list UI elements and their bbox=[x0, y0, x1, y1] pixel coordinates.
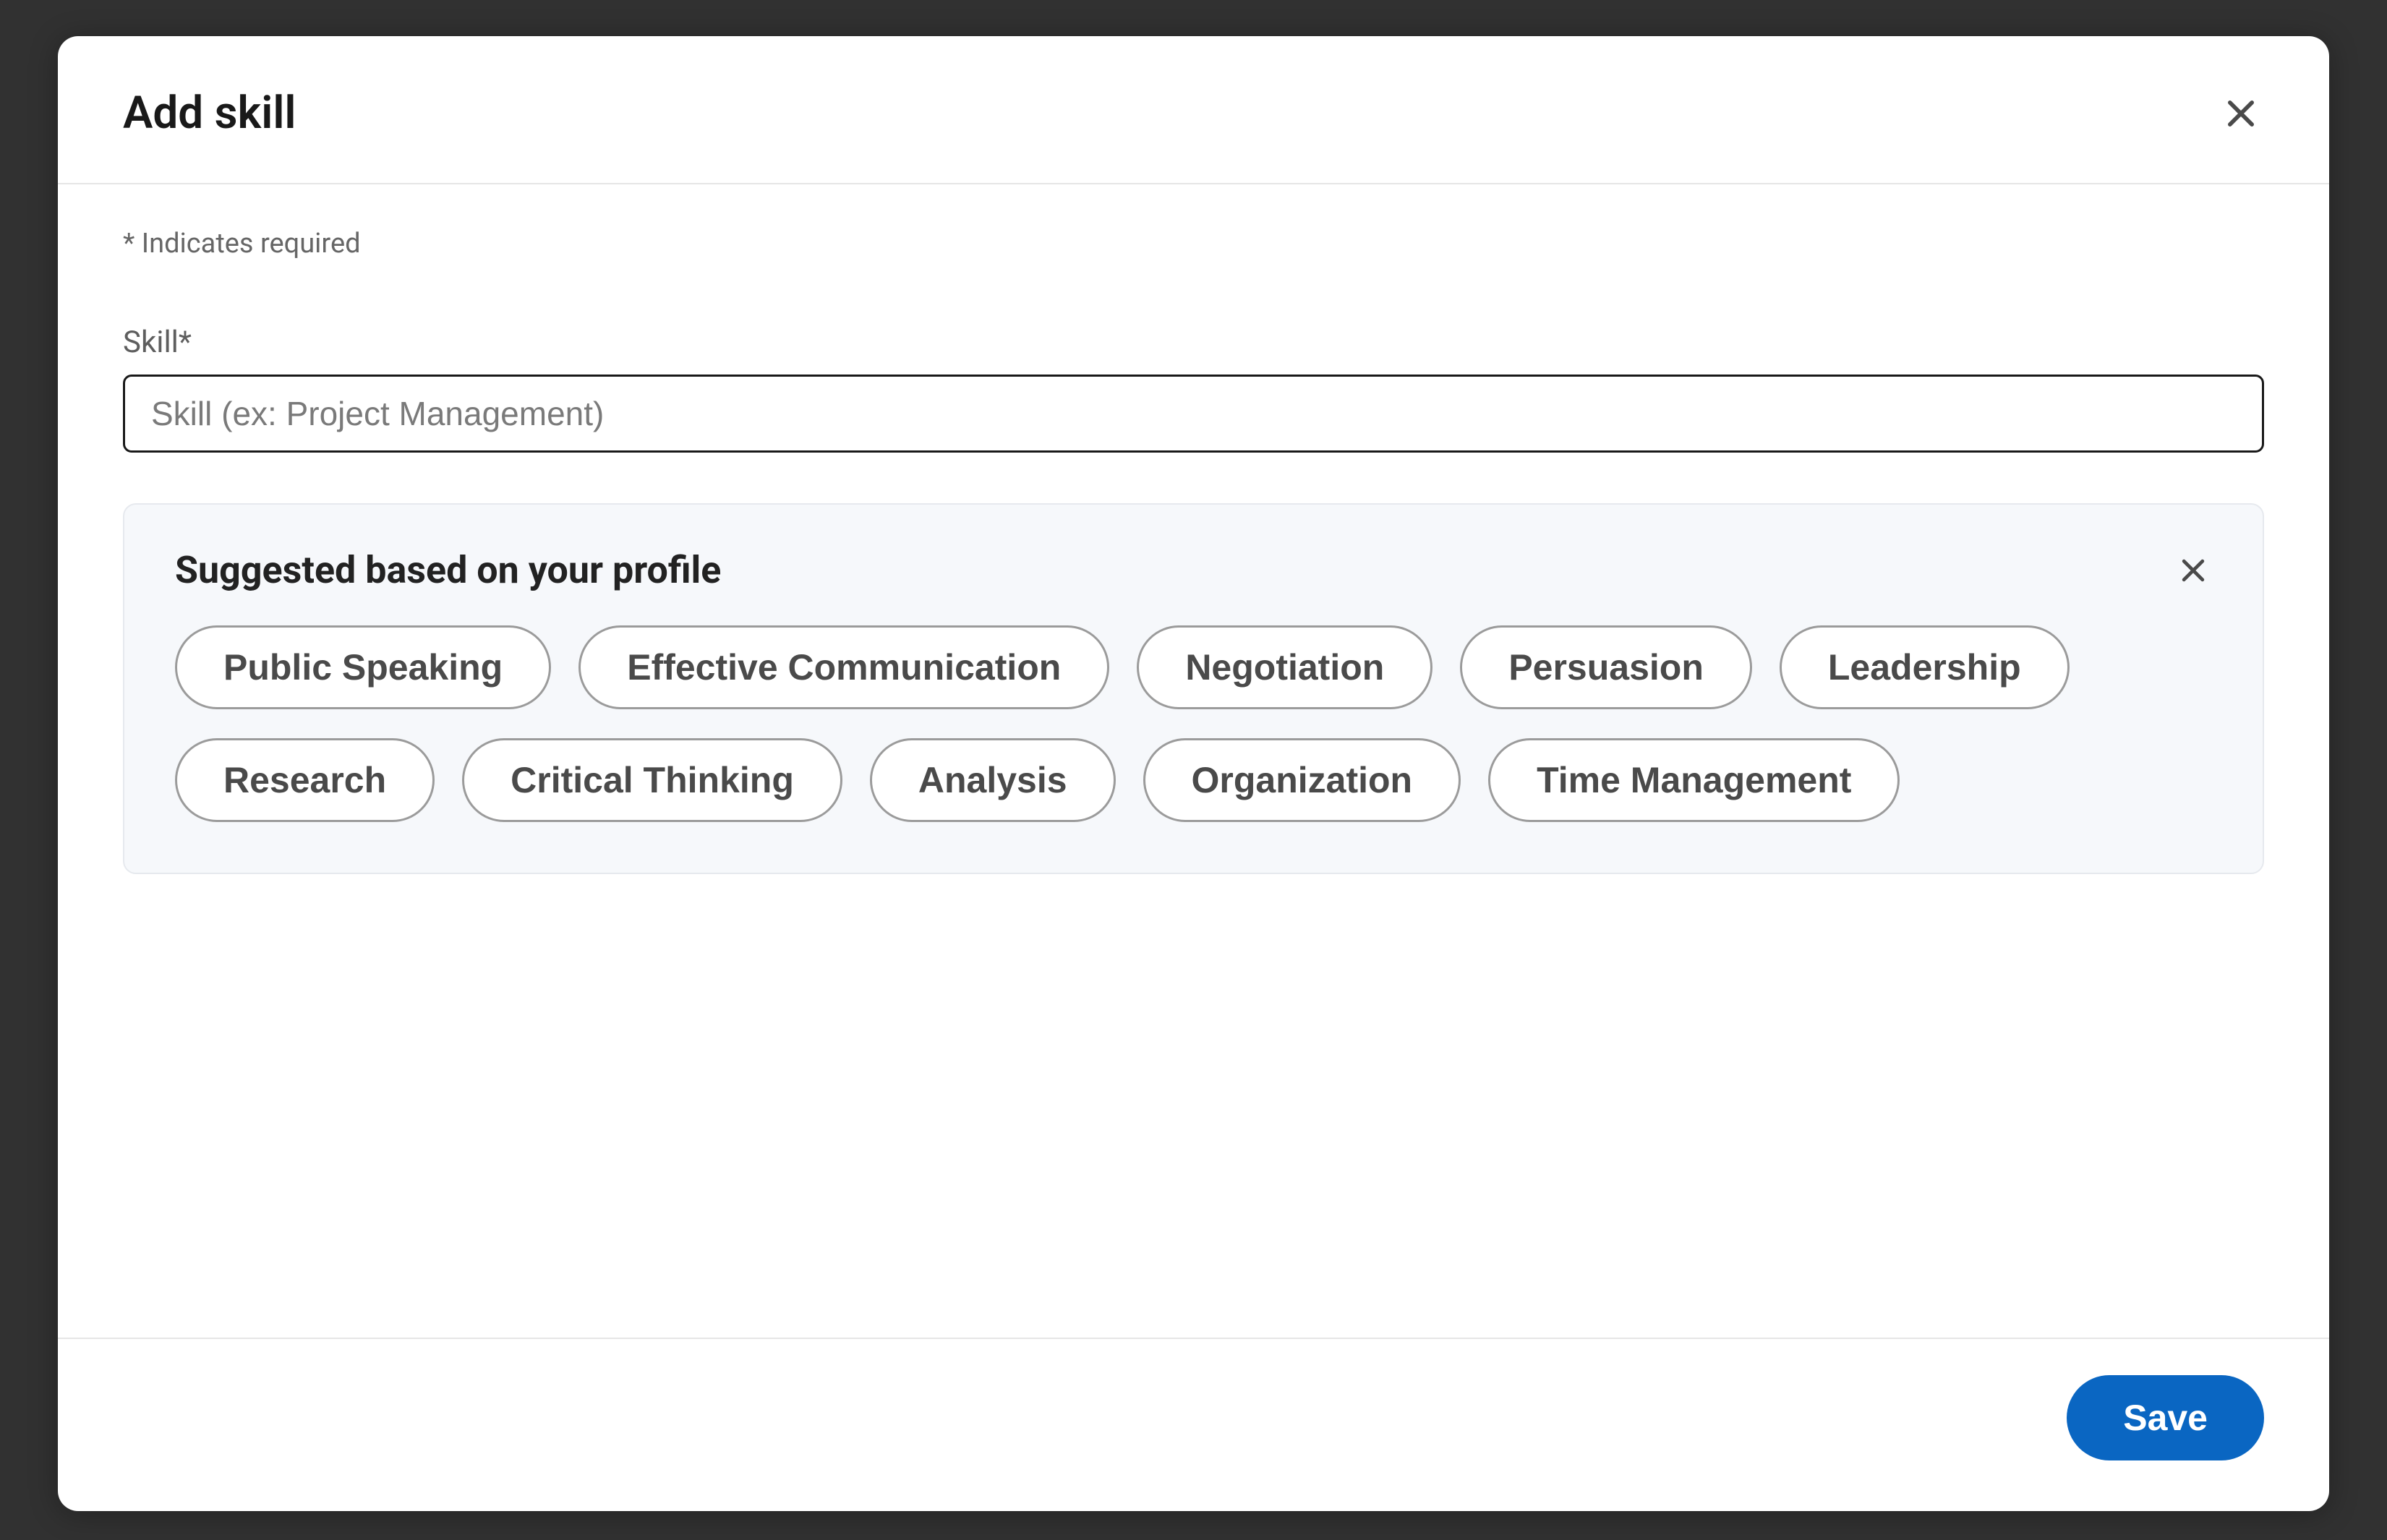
add-skill-modal: Add skill * Indicates required Skill* Su… bbox=[58, 36, 2329, 1511]
skill-chip[interactable]: Analysis bbox=[870, 738, 1116, 822]
dismiss-suggestions-button[interactable] bbox=[2174, 552, 2212, 589]
skill-chip[interactable]: Public Speaking bbox=[175, 625, 551, 709]
close-button[interactable] bbox=[2218, 90, 2264, 137]
suggestions-header: Suggested based on your profile bbox=[175, 548, 2212, 592]
skill-chip[interactable]: Critical Thinking bbox=[462, 738, 842, 822]
skill-chip[interactable]: Research bbox=[175, 738, 435, 822]
skill-chip-list: Public Speaking Effective Communication Ne… bbox=[175, 625, 2212, 822]
modal-body: * Indicates required Skill* Suggested ba… bbox=[58, 184, 2329, 1338]
skill-chip[interactable]: Effective Communication bbox=[578, 625, 1109, 709]
skill-chip[interactable]: Negotiation bbox=[1137, 625, 1432, 709]
modal-footer: Save bbox=[58, 1338, 2329, 1511]
modal-title: Add skill bbox=[123, 87, 296, 140]
close-icon bbox=[2177, 555, 2209, 586]
suggestions-panel: Suggested based on your profile Public S… bbox=[123, 503, 2264, 874]
suggestions-title: Suggested based on your profile bbox=[175, 548, 721, 592]
close-icon bbox=[2222, 95, 2260, 132]
skill-input[interactable] bbox=[123, 375, 2264, 453]
skill-chip[interactable]: Leadership bbox=[1780, 625, 2070, 709]
save-button[interactable]: Save bbox=[2067, 1375, 2264, 1460]
skill-chip[interactable]: Persuasion bbox=[1460, 625, 1752, 709]
skill-chip[interactable]: Time Management bbox=[1488, 738, 1900, 822]
required-indicator-note: * Indicates required bbox=[123, 228, 2264, 260]
modal-header: Add skill bbox=[58, 36, 2329, 184]
skill-field-label: Skill* bbox=[123, 325, 2264, 360]
skill-chip[interactable]: Organization bbox=[1143, 738, 1461, 822]
